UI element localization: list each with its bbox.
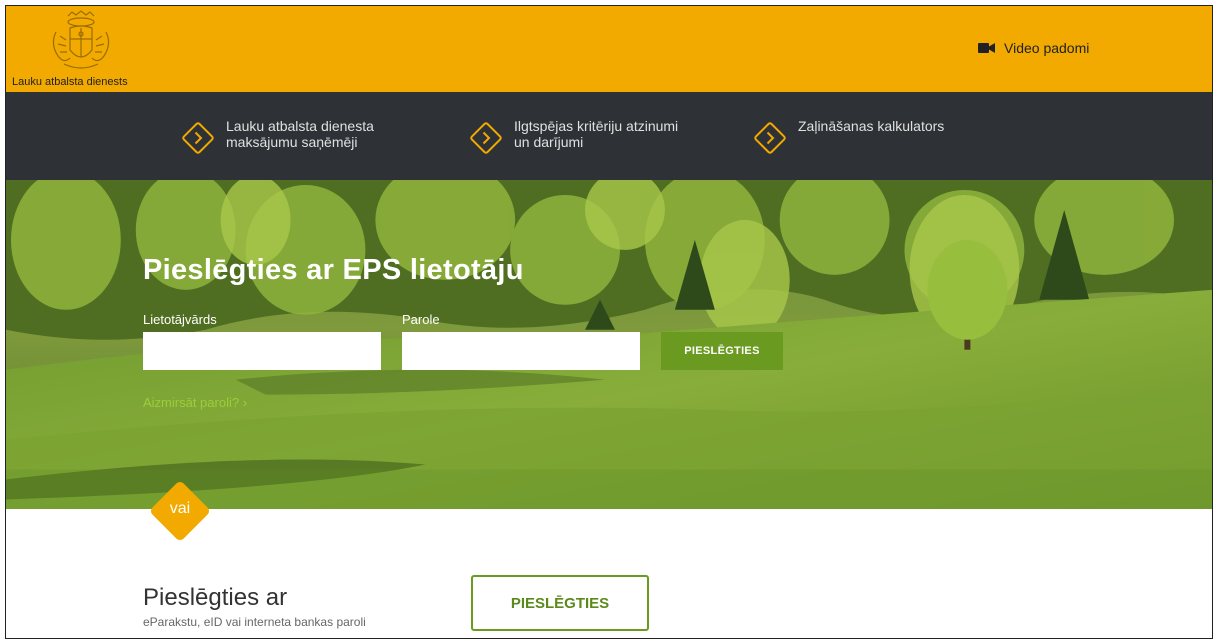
nav-item-greening-calculator[interactable]: Zaļināšanas kalkulators	[752, 118, 944, 156]
top-header: Lauku atbalsta dienests Video padomi	[6, 6, 1212, 92]
nav-item-payment-recipients[interactable]: Lauku atbalsta dienesta maksājumu saņēmē…	[180, 118, 396, 156]
video-tips-link[interactable]: Video padomi	[978, 40, 1089, 56]
nav-label: Ilgtspējas kritēriju atzinumi un darījum…	[514, 118, 679, 150]
hero-login-section: Pieslēgties ar EPS lietotāju Lietotājvār…	[6, 180, 1212, 510]
chevron-diamond-icon	[470, 122, 502, 154]
alt-login-subtitle: eParakstu, eID vai interneta bankas paro…	[143, 615, 366, 629]
nav-label: Lauku atbalsta dienesta maksājumu saņēmē…	[226, 118, 374, 150]
forgot-password-link[interactable]: Aizmirsāt paroli? ›	[143, 395, 247, 410]
login-title: Pieslēgties ar EPS lietotāju	[143, 254, 524, 286]
main-nav: Lauku atbalsta dienesta maksājumu saņēmē…	[6, 92, 1212, 180]
or-divider-badge: vai	[145, 476, 215, 546]
nav-label: Zaļināšanas kalkulators	[798, 118, 945, 134]
alt-login-button[interactable]: PIESLĒGTIES	[471, 575, 649, 631]
video-camera-icon	[978, 43, 995, 53]
coat-of-arms-icon[interactable]	[46, 10, 116, 74]
org-name: Lauku atbalsta dienests	[12, 76, 128, 88]
or-label: vai	[169, 500, 191, 517]
password-label: Parole	[402, 312, 440, 327]
login-submit-button[interactable]: PIESLĒGTIES	[661, 332, 783, 370]
chevron-diamond-icon	[182, 122, 214, 154]
username-input[interactable]	[143, 332, 381, 370]
nav-item-sustainability-criteria[interactable]: Ilgtspējas kritēriju atzinumi un darījum…	[468, 118, 684, 156]
page-frame: Lauku atbalsta dienests Video padomi Lau…	[5, 5, 1213, 639]
password-input[interactable]	[402, 332, 640, 370]
chevron-diamond-icon	[754, 122, 786, 154]
video-tips-label: Video padomi	[1004, 40, 1090, 56]
username-label: Lietotājvārds	[143, 312, 217, 327]
alt-login-title: Pieslēgties ar	[143, 584, 288, 611]
